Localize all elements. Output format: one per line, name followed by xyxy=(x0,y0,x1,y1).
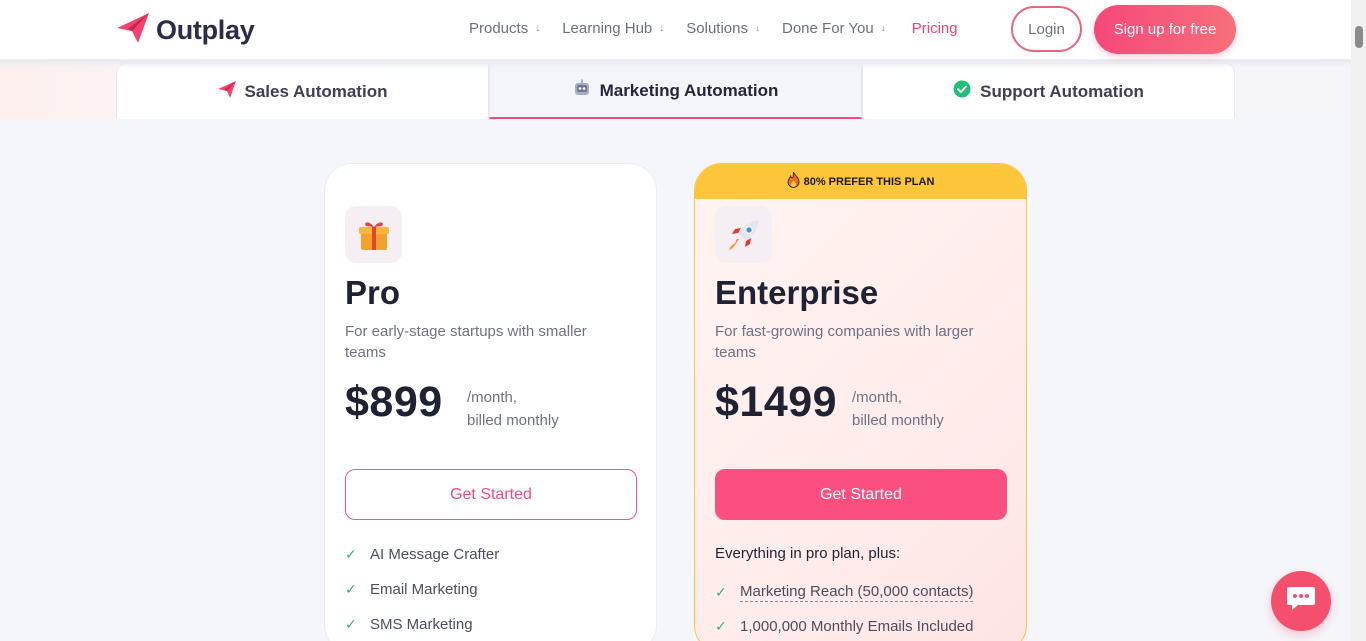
get-started-button[interactable]: Get Started xyxy=(345,469,637,520)
price-unit: /month, billed monthly xyxy=(467,386,559,432)
check-icon: ✓ xyxy=(345,616,357,632)
price-period: /month, xyxy=(852,389,903,406)
feature-item: ✓ Email Marketing xyxy=(345,581,478,598)
signup-button[interactable]: Sign up for free xyxy=(1094,5,1236,54)
plan-card-enterprise: 80% PREFER THIS PLAN Enterprise For fast… xyxy=(694,163,1027,641)
scrollbar-thumb[interactable] xyxy=(1355,26,1363,48)
main-nav: Products ↓ Learning Hub ↓ Solutions ↓ Done … xyxy=(469,20,958,37)
feature-label[interactable]: Marketing Reach (50,000 contacts) xyxy=(740,583,974,602)
nav-label: Learning Hub xyxy=(562,20,653,37)
tab-label: Support Automation xyxy=(980,81,1144,101)
tab-label: Sales Automation xyxy=(244,81,388,101)
brand-name: Outplay xyxy=(156,15,255,45)
login-button[interactable]: Login xyxy=(1011,6,1082,52)
plan-name: Enterprise xyxy=(715,274,879,311)
check-circle-icon xyxy=(953,80,971,103)
feature-label: Email Marketing xyxy=(370,581,478,598)
chevron-down-icon: ↓ xyxy=(535,23,541,34)
brand-logo[interactable]: Outplay xyxy=(116,12,255,49)
chevron-down-icon: ↓ xyxy=(659,23,665,34)
check-icon: ✓ xyxy=(345,546,357,562)
plan-price: $899 xyxy=(345,378,443,426)
price-billing: billed monthly xyxy=(467,412,559,429)
popular-badge: 80% PREFER THIS PLAN xyxy=(695,164,1026,199)
plan-description: For fast-growing companies with larger t… xyxy=(715,323,974,361)
fire-icon xyxy=(787,170,800,191)
header-shadow xyxy=(0,60,1351,70)
feature-label: SMS Marketing xyxy=(370,616,473,633)
price-period: /month, xyxy=(467,389,518,406)
feature-label: AI Message Crafter xyxy=(370,546,500,563)
check-icon: ✓ xyxy=(715,618,727,634)
plan-description: For early-stage startups with smaller te… xyxy=(345,323,587,361)
tab-sales-automation[interactable]: Sales Automation xyxy=(116,63,489,119)
tab-label: Marketing Automation xyxy=(599,80,779,100)
plus-title: Everything in pro plan, plus: xyxy=(715,545,901,562)
check-icon: ✓ xyxy=(345,581,357,597)
chevron-down-icon: ↓ xyxy=(880,23,886,34)
chat-widget-button[interactable] xyxy=(1271,571,1331,631)
badge-label: 80% PREFER THIS PLAN xyxy=(803,175,935,188)
feature-item: ✓ SMS Marketing xyxy=(345,616,473,633)
plan-card-pro: Pro For early-stage startups with smalle… xyxy=(324,163,657,641)
plan-name: Pro xyxy=(345,274,401,311)
nav-pricing[interactable]: Pricing xyxy=(912,20,958,37)
nav-label: Products xyxy=(469,20,529,37)
tab-marketing-automation[interactable]: Marketing Automation xyxy=(489,63,862,119)
chevron-down-icon: ↓ xyxy=(755,23,760,34)
price-unit: /month, billed monthly xyxy=(852,386,944,432)
paper-plane-logo-icon xyxy=(116,12,150,49)
feature-item: ✓ Marketing Reach (50,000 contacts) xyxy=(715,583,974,602)
price-billing: billed monthly xyxy=(852,412,944,429)
paper-plane-icon xyxy=(217,80,236,103)
feature-label: 1,000,000 Monthly Emails Included xyxy=(740,618,974,635)
robot-icon xyxy=(573,79,591,102)
get-started-button[interactable]: Get Started xyxy=(715,469,1007,520)
nav-done-for-you[interactable]: Done For You ↓ xyxy=(782,20,886,37)
plan-price: $1499 xyxy=(715,378,838,426)
nav-products[interactable]: Products ↓ xyxy=(469,20,540,37)
gift-icon xyxy=(345,206,402,263)
feature-item: ✓ AI Message Crafter xyxy=(345,546,499,563)
rocket-icon xyxy=(715,206,772,263)
check-icon: ✓ xyxy=(715,584,727,600)
nav-label: Done For You xyxy=(782,20,874,37)
page-scrollbar[interactable] xyxy=(1351,0,1366,641)
nav-solutions[interactable]: Solutions ↓ xyxy=(686,20,760,37)
tab-support-automation[interactable]: Support Automation xyxy=(862,63,1235,119)
feature-item: ✓ 1,000,000 Monthly Emails Included xyxy=(715,618,973,635)
nav-label: Solutions xyxy=(686,20,748,37)
chat-bubble-icon xyxy=(1286,586,1316,617)
nav-learning-hub[interactable]: Learning Hub ↓ xyxy=(562,20,664,37)
site-header: Outplay Products ↓ Learning Hub ↓ Solution… xyxy=(0,0,1351,60)
